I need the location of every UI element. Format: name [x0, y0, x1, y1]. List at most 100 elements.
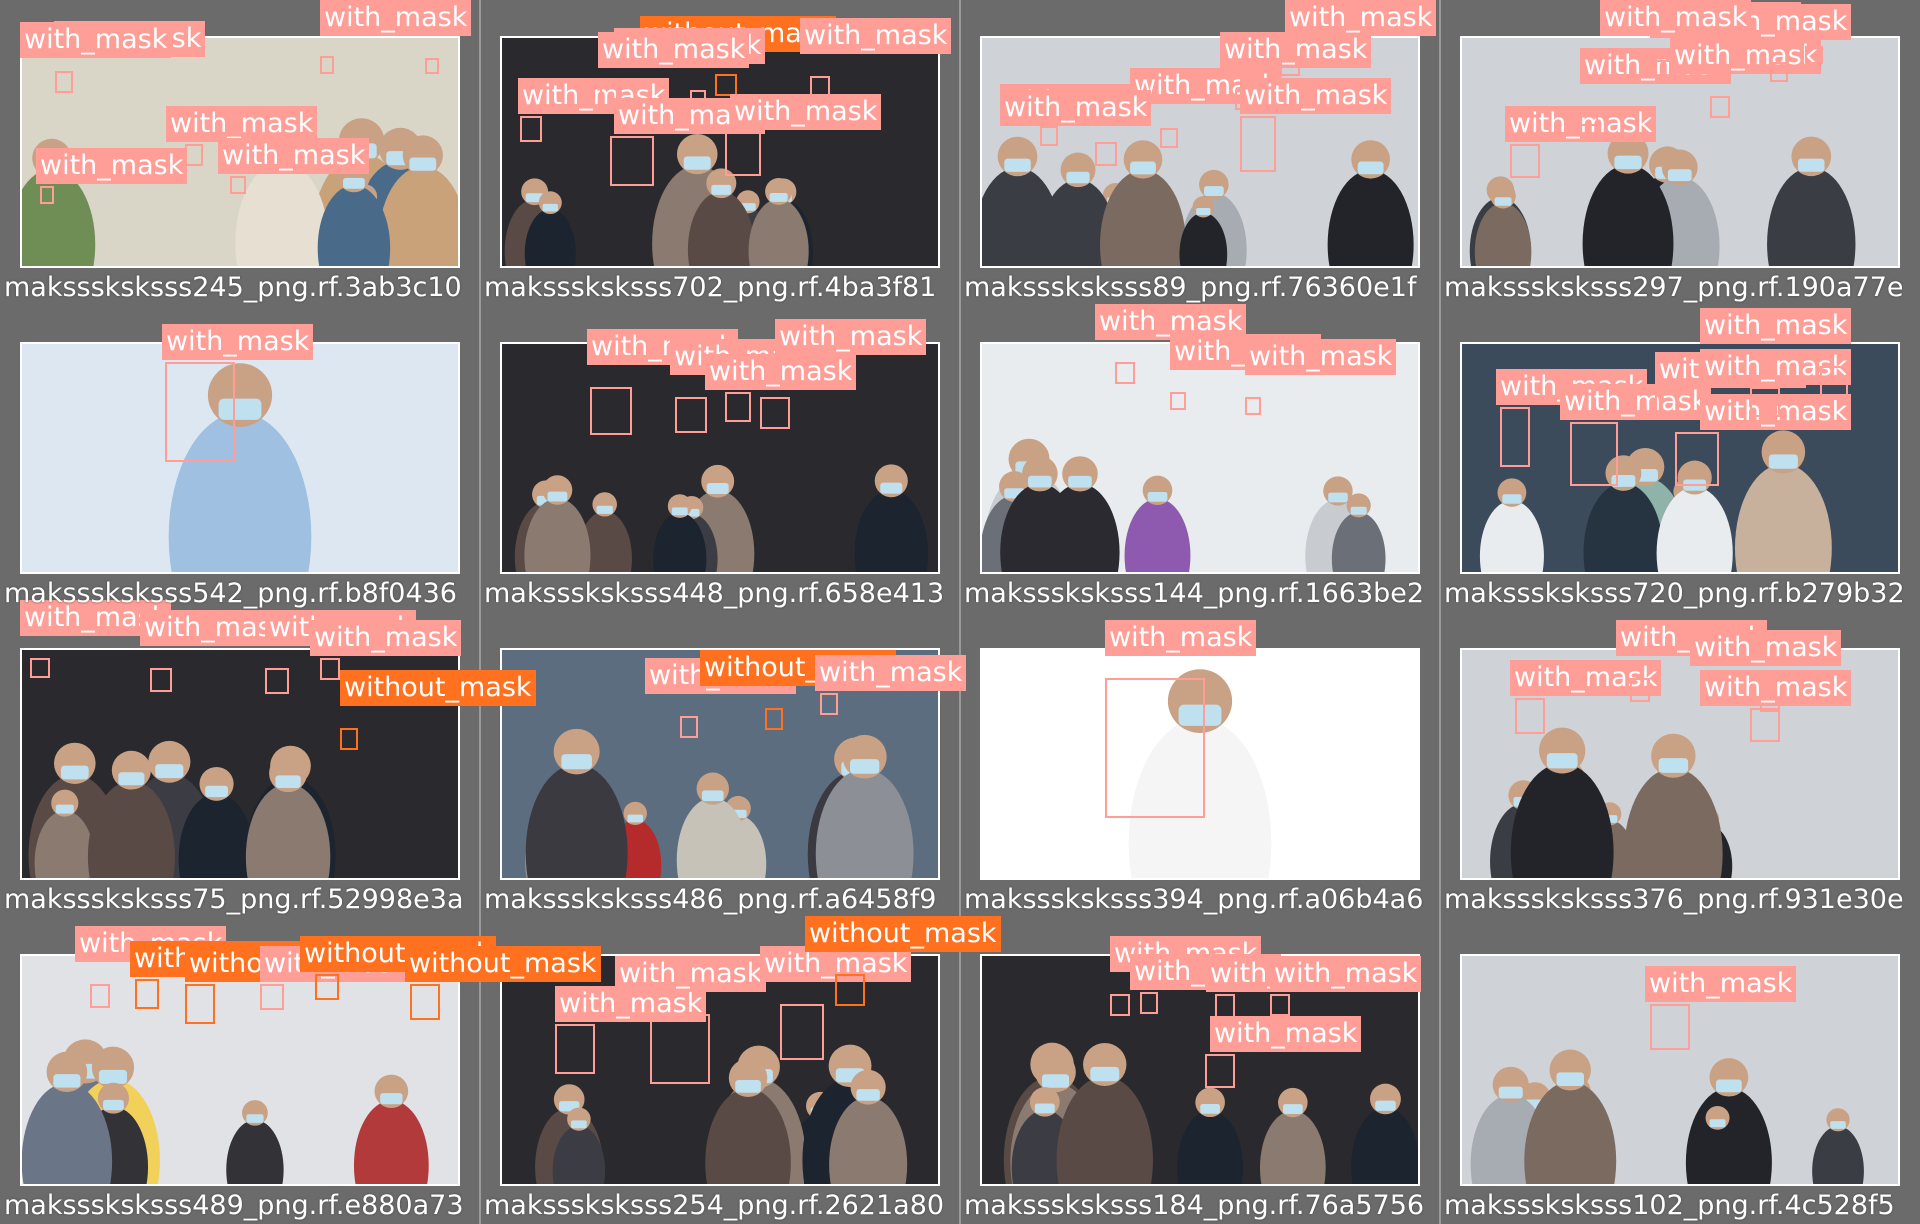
- tile-photo: [20, 342, 460, 574]
- face-mask: [1715, 1079, 1742, 1093]
- detection-label: with_mask: [1240, 78, 1392, 114]
- detection-box: [340, 728, 358, 750]
- detection-label: with_mask: [1700, 308, 1852, 344]
- face-mask: [849, 759, 880, 774]
- detection-label: with_mask: [1000, 90, 1152, 126]
- detection-box: [1205, 1054, 1235, 1088]
- tile-photo: [980, 342, 1420, 574]
- detection-box: [1655, 60, 1671, 80]
- face-mask: [1502, 494, 1522, 504]
- detection-box: [185, 984, 215, 1024]
- detection-box: [165, 362, 235, 462]
- tile-caption: maksssksksss486_png.rf.a6458f9: [484, 884, 937, 915]
- detection-box: [1630, 678, 1650, 702]
- detection-box: [820, 693, 838, 715]
- detection-box: [1040, 126, 1058, 146]
- detection-box: [680, 716, 698, 738]
- detection-box: [410, 984, 440, 1020]
- detection-box: [230, 176, 246, 194]
- detection-box: [135, 979, 159, 1009]
- detection-box: [1110, 994, 1130, 1016]
- tile-caption: maksssksksss376_png.rf.931e30e: [1444, 884, 1904, 915]
- detection-box: [590, 387, 632, 435]
- detection-box: [675, 397, 707, 433]
- face-mask: [246, 1114, 264, 1123]
- face-mask: [1034, 1103, 1055, 1114]
- detection-box: [90, 984, 110, 1008]
- face-mask: [1357, 161, 1384, 175]
- detection-box: [1655, 390, 1679, 420]
- face-mask: [155, 764, 184, 779]
- detection-box: [1510, 144, 1540, 178]
- detection-box: [725, 132, 761, 176]
- detection-box: [315, 974, 339, 1000]
- face-mask: [1090, 1066, 1120, 1082]
- detection-box: [1115, 362, 1135, 384]
- face-mask: [1768, 454, 1798, 469]
- detection-label: with_mask: [1690, 630, 1842, 666]
- detection-box: [1805, 46, 1823, 64]
- detection-box: [1280, 56, 1300, 76]
- face-mask: [1658, 758, 1689, 773]
- detection-label: with_mask: [1270, 956, 1422, 992]
- detection-box: [520, 116, 542, 142]
- detection-box: [650, 1014, 710, 1084]
- detection-box: [1675, 432, 1719, 486]
- detection-box: [610, 136, 654, 186]
- detection-label: with_mask: [310, 620, 462, 656]
- detection-label: with_mask: [20, 22, 172, 58]
- detection-box: [320, 658, 340, 680]
- face-mask: [103, 1099, 124, 1111]
- detection-box: [1140, 992, 1158, 1014]
- face-mask: [880, 482, 903, 494]
- tile-caption: maksssksksss394_png.rf.a06b4a6: [964, 884, 1424, 915]
- face-mask: [380, 1093, 403, 1105]
- detection-box: [30, 658, 50, 678]
- tile-caption: maksssksksss89_png.rf.76360e1f: [964, 272, 1417, 303]
- photo-art: [22, 344, 458, 572]
- detection-box: [320, 56, 334, 74]
- face-mask: [1282, 1104, 1303, 1114]
- tile-caption: maksssksksss542_png.rf.b8f0436: [4, 578, 457, 609]
- face-mask: [1375, 1100, 1396, 1111]
- detection-box: [555, 1024, 595, 1074]
- face-mask: [671, 507, 688, 516]
- detection-box: [185, 144, 203, 166]
- detection-box: [1750, 708, 1780, 742]
- face-mask: [275, 775, 301, 788]
- face-mask: [856, 1089, 880, 1101]
- face-mask: [343, 177, 365, 189]
- face-mask: [1004, 158, 1031, 172]
- face-mask: [1830, 1121, 1846, 1129]
- face-mask: [1066, 171, 1090, 184]
- face-mask: [1350, 506, 1367, 515]
- tile-caption: maksssksksss448_png.rf.658e413: [484, 578, 945, 609]
- detection-box: [425, 58, 439, 74]
- detection-box: [780, 1004, 824, 1060]
- detection-label: with_mask: [615, 956, 767, 992]
- detection-box: [1245, 397, 1261, 415]
- photo-art: [982, 344, 1418, 572]
- detection-box: [1770, 62, 1788, 82]
- face-mask: [1614, 155, 1642, 170]
- face-mask: [1041, 1074, 1070, 1088]
- detection-box: [760, 397, 790, 429]
- detection-box: [1270, 994, 1290, 1016]
- face-mask: [1328, 492, 1348, 503]
- detection-box: [1160, 128, 1178, 148]
- tile-caption: maksssksksss720_png.rf.b279b32: [1444, 578, 1905, 609]
- face-mask: [55, 804, 74, 814]
- detection-box: [1820, 366, 1848, 400]
- detection-label: with_mask: [162, 324, 314, 360]
- face-mask: [1556, 1072, 1585, 1086]
- face-mask: [205, 785, 228, 798]
- detection-label: without_mask: [805, 916, 1001, 952]
- face-mask: [683, 156, 711, 170]
- face-mask: [1203, 186, 1224, 196]
- detection-label: with_mask: [1105, 620, 1257, 656]
- face-mask: [627, 814, 644, 823]
- face-mask: [1147, 491, 1168, 502]
- tile-caption: maksssksksss102_png.rf.4c528f5: [1444, 1190, 1895, 1221]
- detection-label: with_mask: [730, 94, 882, 130]
- detection-box: [810, 76, 830, 98]
